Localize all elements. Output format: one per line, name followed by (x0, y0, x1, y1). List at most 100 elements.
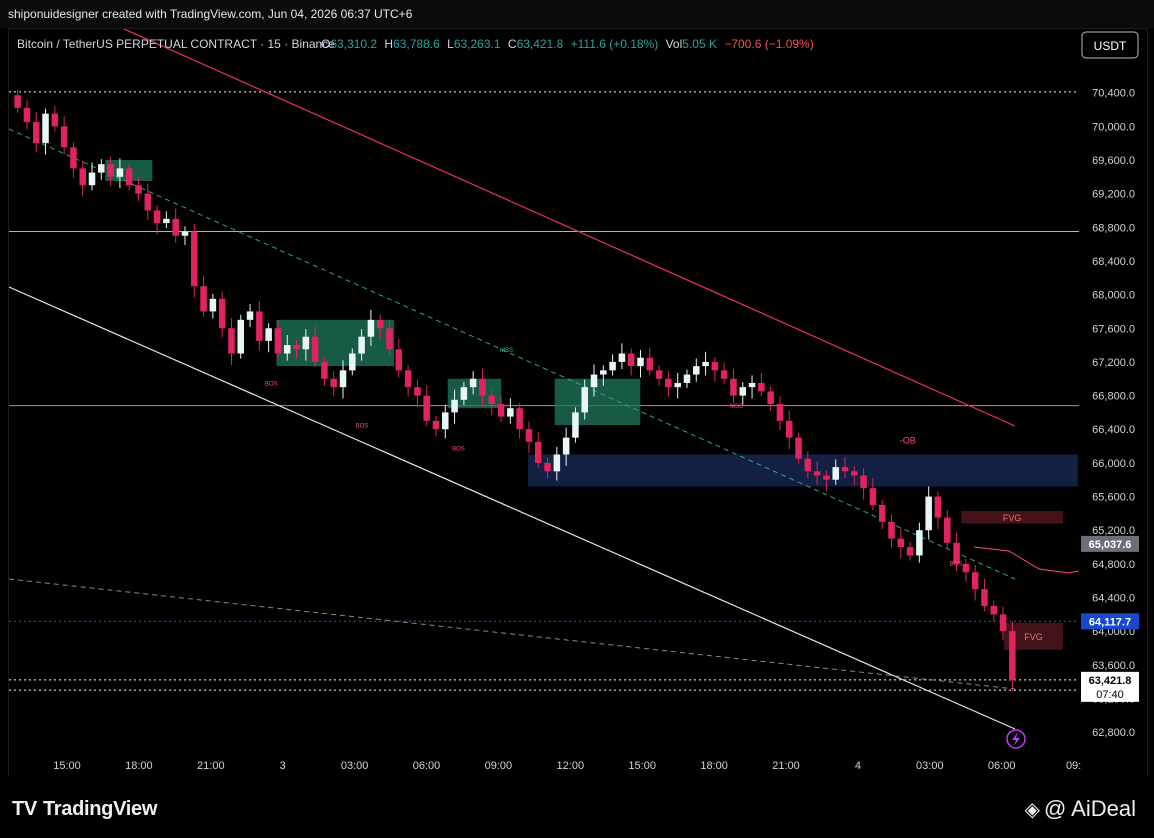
candle-body-88 (832, 467, 839, 480)
annotation-bos-1: BOS (356, 424, 369, 430)
candle-body-82 (776, 404, 784, 421)
candle-body-34 (330, 378, 337, 388)
zone-label-6: FVG (1024, 632, 1043, 642)
candle-body-23 (228, 328, 235, 354)
chart-frame[interactable]: FVG FVG BOS BOS BOS MSS MSS -OB BOS 62,800.0 63,… (8, 28, 1148, 778)
y-tick-label-8: 66,000.0 (1092, 458, 1135, 470)
y-tick-label-10: 66,800.0 (1092, 391, 1135, 403)
x-tick-label-7: 12:00 (557, 760, 585, 772)
candle-body-57 (544, 462, 551, 472)
candle-body-61 (581, 387, 588, 413)
x-tick-label-12: 03:00 (916, 760, 944, 772)
time-axis: 15:00 18:00 21:00 3 03:00 06:00 09:00 12:00 15:0… (53, 760, 1081, 772)
y-tick-label-4: 64,400.0 (1092, 593, 1135, 605)
candle-body-7 (79, 168, 86, 186)
candle-body-85 (804, 458, 812, 472)
h-label: H (384, 37, 393, 51)
zone-4 (527, 454, 1078, 487)
candlestick-chart[interactable]: FVGFVG BOSBOSBOSMSSMSS-OBBOS 62,800.063,… (9, 29, 1147, 777)
candle-body-98 (925, 496, 932, 531)
candle-body-45 (432, 420, 440, 430)
y-tick-label-19: 70,400.0 (1092, 88, 1135, 100)
candle-body-48 (460, 387, 468, 400)
candle-body-100 (944, 517, 951, 543)
h-value: 63,788.6 (393, 37, 440, 51)
candle-body-58 (553, 454, 561, 472)
candle-body-102 (962, 563, 970, 573)
candle-body-80 (758, 382, 765, 392)
trendlines-layer (9, 29, 1080, 730)
change-value: +111.6 (+0.18%) (571, 37, 659, 51)
candle-body-11 (116, 168, 124, 177)
candle-body-84 (795, 437, 802, 459)
usdt-button[interactable]: USDT (1081, 31, 1139, 59)
tradingview-wordmark: TradingView (42, 798, 158, 820)
candle-body-40 (386, 328, 393, 350)
credit-bar: shiponuidesigner created with TradingVie… (0, 0, 1154, 28)
candle-body-53 (507, 408, 514, 417)
y-tick-label-11: 67,200.0 (1092, 357, 1135, 369)
x-tick-label-0: 15:00 (53, 760, 81, 772)
candle-body-79 (748, 382, 756, 388)
x-tick-label-14: 09: (1066, 760, 1081, 772)
candle-body-21 (209, 298, 217, 312)
candle-body-105 (990, 605, 998, 615)
candle-body-64 (609, 361, 616, 371)
y-tick-label-5: 64,800.0 (1092, 559, 1135, 571)
annotation-mss-4: MSS (730, 404, 743, 410)
candle-body-72 (683, 374, 691, 383)
tradingview-logo-icon: TV (12, 798, 37, 820)
x-tick-label-8: 15:00 (628, 760, 656, 772)
lightning-icon[interactable] (1006, 729, 1026, 749)
x-tick-label-13: 06:00 (988, 760, 1016, 772)
candle-body-76 (720, 370, 728, 379)
candle-body-99 (934, 496, 942, 518)
price-axis: 62,800.063,200.063,600.064,000.064,400.0… (1092, 88, 1135, 740)
y-tick-label-17: 69,600.0 (1092, 155, 1135, 167)
tradingview-logo: TV TradingView (12, 798, 157, 821)
candle-body-47 (451, 399, 458, 413)
candle-body-18 (181, 231, 189, 236)
candle-body-93 (878, 504, 886, 522)
candle-body-13 (135, 185, 142, 194)
x-tick-label-3: 3 (280, 760, 286, 772)
candle-body-2 (32, 122, 40, 144)
candle-body-36 (349, 353, 356, 371)
candle-body-75 (711, 361, 719, 371)
x-tick-label-11: 4 (855, 760, 861, 772)
candle-body-69 (655, 370, 663, 379)
candle-body-81 (767, 391, 774, 404)
candle-body-14 (144, 193, 152, 211)
l-value: 63,263.1 (454, 37, 501, 51)
candle-body-6 (70, 147, 77, 169)
x-tick-label-10: 21:00 (772, 760, 800, 772)
candle-body-70 (665, 378, 672, 388)
price-label-countdown-2: 07:40 (1096, 689, 1124, 701)
y-tick-label-18: 70,000.0 (1092, 121, 1135, 133)
candle-body-95 (897, 538, 905, 548)
candle-body-62 (590, 374, 598, 388)
candle-body-96 (906, 547, 914, 556)
price-label-2: 63,421.8 (1089, 675, 1132, 687)
zones-layer: FVG FVG (105, 159, 1078, 650)
y-tick-label-7: 65,600.0 (1092, 492, 1135, 504)
candle-body-22 (218, 298, 226, 329)
candle-body-46 (442, 412, 449, 430)
candle-body-59 (562, 437, 570, 455)
price-label-1: 64,117.7 (1089, 616, 1131, 628)
grey-dashed-trendline (9, 578, 1016, 690)
y-tick-label-16: 69,200.0 (1092, 189, 1135, 201)
credit-text: shiponuidesigner created with TradingVie… (8, 7, 413, 21)
candle-body-74 (702, 361, 709, 367)
vol-change: −700.6 (−1.09%) (724, 37, 813, 51)
candle-body-49 (469, 378, 477, 388)
candle-body-68 (646, 357, 654, 371)
zone-3 (554, 378, 641, 426)
candle-body-28 (274, 328, 282, 354)
candle-body-77 (730, 378, 737, 396)
x-tick-label-6: 09:00 (485, 760, 513, 772)
candle-body-52 (497, 404, 505, 417)
candle-body-17 (172, 218, 179, 236)
candle-body-54 (516, 408, 523, 430)
diamond-icon: ◈ (1024, 799, 1040, 821)
